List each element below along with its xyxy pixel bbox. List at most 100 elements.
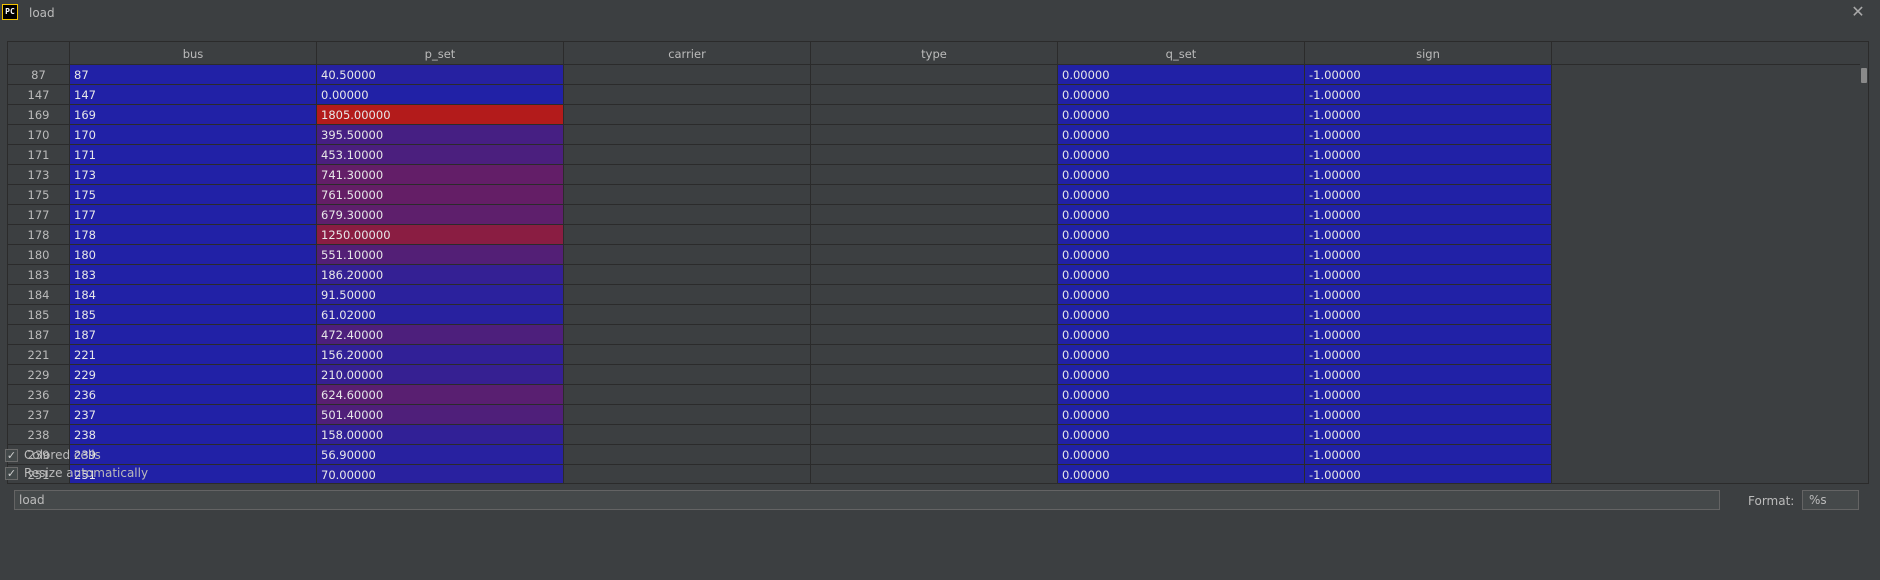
cell-p-set[interactable]: 61.02000: [317, 305, 564, 325]
cell-q-set[interactable]: 0.00000: [1058, 85, 1305, 105]
cell-sign[interactable]: -1.00000: [1305, 305, 1552, 325]
table-row[interactable]: 187 187 472.40000 0.00000 -1.00000: [8, 325, 1860, 345]
cell-type[interactable]: [811, 265, 1058, 285]
cell-bus[interactable]: 173: [70, 165, 317, 185]
cell-sign[interactable]: -1.00000: [1305, 225, 1552, 245]
cell-bus[interactable]: 169: [70, 105, 317, 125]
cell-q-set[interactable]: 0.00000: [1058, 465, 1305, 483]
cell-p-set[interactable]: 56.90000: [317, 445, 564, 465]
cell-carrier[interactable]: [564, 465, 811, 483]
cell-sign[interactable]: -1.00000: [1305, 105, 1552, 125]
cell-p-set[interactable]: 186.20000: [317, 265, 564, 285]
cell-carrier[interactable]: [564, 85, 811, 105]
cell-sign[interactable]: -1.00000: [1305, 345, 1552, 365]
cell-carrier[interactable]: [564, 125, 811, 145]
cell-carrier[interactable]: [564, 105, 811, 125]
cell-type[interactable]: [811, 125, 1058, 145]
table-row[interactable]: 180 180 551.10000 0.00000 -1.00000: [8, 245, 1860, 265]
table-row[interactable]: 170 170 395.50000 0.00000 -1.00000: [8, 125, 1860, 145]
cell-p-set[interactable]: 761.50000: [317, 185, 564, 205]
cell-sign[interactable]: -1.00000: [1305, 285, 1552, 305]
cell-type[interactable]: [811, 185, 1058, 205]
colored-cells-checkbox[interactable]: ✓: [5, 448, 18, 462]
cell-p-set[interactable]: 453.10000: [317, 145, 564, 165]
cell-bus[interactable]: 184: [70, 285, 317, 305]
table-row[interactable]: 237 237 501.40000 0.00000 -1.00000: [8, 405, 1860, 425]
cell-carrier[interactable]: [564, 245, 811, 265]
table-row[interactable]: 169 169 1805.00000 0.00000 -1.00000: [8, 105, 1860, 125]
resize-automatically-checkbox[interactable]: ✓: [5, 466, 18, 480]
cell-bus[interactable]: 183: [70, 265, 317, 285]
format-input[interactable]: %s: [1802, 490, 1859, 510]
cell-bus[interactable]: 147: [70, 85, 317, 105]
cell-sign[interactable]: -1.00000: [1305, 205, 1552, 225]
cell-type[interactable]: [811, 225, 1058, 245]
table-row[interactable]: 175 175 761.50000 0.00000 -1.00000: [8, 185, 1860, 205]
cell-q-set[interactable]: 0.00000: [1058, 205, 1305, 225]
cell-type[interactable]: [811, 85, 1058, 105]
data-table[interactable]: bus p_set carrier type q_set sign 87 87 40…: [7, 41, 1869, 484]
cell-sign[interactable]: -1.00000: [1305, 325, 1552, 345]
cell-bus[interactable]: 185: [70, 305, 317, 325]
cell-type[interactable]: [811, 365, 1058, 385]
cell-q-set[interactable]: 0.00000: [1058, 385, 1305, 405]
cell-sign[interactable]: -1.00000: [1305, 165, 1552, 185]
cell-p-set[interactable]: 210.00000: [317, 365, 564, 385]
cell-p-set[interactable]: 40.50000: [317, 65, 564, 85]
cell-q-set[interactable]: 0.00000: [1058, 365, 1305, 385]
cell-q-set[interactable]: 0.00000: [1058, 245, 1305, 265]
table-row[interactable]: 184 184 91.50000 0.00000 -1.00000: [8, 285, 1860, 305]
cell-carrier[interactable]: [564, 285, 811, 305]
cell-sign[interactable]: -1.00000: [1305, 125, 1552, 145]
cell-type[interactable]: [811, 405, 1058, 425]
cell-sign[interactable]: -1.00000: [1305, 405, 1552, 425]
cell-p-set[interactable]: 91.50000: [317, 285, 564, 305]
column-header-p-set[interactable]: p_set: [317, 42, 564, 64]
resize-automatically-option[interactable]: ✓ Resize automatically: [5, 465, 148, 481]
cell-bus[interactable]: 238: [70, 425, 317, 445]
vertical-scrollbar[interactable]: [1860, 65, 1868, 483]
cell-carrier[interactable]: [564, 165, 811, 185]
cell-bus[interactable]: 175: [70, 185, 317, 205]
cell-carrier[interactable]: [564, 205, 811, 225]
cell-bus[interactable]: 171: [70, 145, 317, 165]
cell-q-set[interactable]: 0.00000: [1058, 225, 1305, 245]
table-row[interactable]: 236 236 624.60000 0.00000 -1.00000: [8, 385, 1860, 405]
table-row[interactable]: 251 251 70.00000 0.00000 -1.00000: [8, 465, 1860, 483]
table-row[interactable]: 147 147 0.00000 0.00000 -1.00000: [8, 85, 1860, 105]
table-row[interactable]: 221 221 156.20000 0.00000 -1.00000: [8, 345, 1860, 365]
cell-type[interactable]: [811, 305, 1058, 325]
cell-q-set[interactable]: 0.00000: [1058, 345, 1305, 365]
cell-p-set[interactable]: 472.40000: [317, 325, 564, 345]
cell-bus[interactable]: 178: [70, 225, 317, 245]
cell-sign[interactable]: -1.00000: [1305, 145, 1552, 165]
cell-q-set[interactable]: 0.00000: [1058, 265, 1305, 285]
cell-bus[interactable]: 87: [70, 65, 317, 85]
cell-type[interactable]: [811, 145, 1058, 165]
cell-p-set[interactable]: 624.60000: [317, 385, 564, 405]
cell-type[interactable]: [811, 285, 1058, 305]
cell-carrier[interactable]: [564, 145, 811, 165]
cell-q-set[interactable]: 0.00000: [1058, 405, 1305, 425]
cell-bus[interactable]: 236: [70, 385, 317, 405]
cell-carrier[interactable]: [564, 325, 811, 345]
cell-p-set[interactable]: 395.50000: [317, 125, 564, 145]
cell-p-set[interactable]: 551.10000: [317, 245, 564, 265]
cell-bus[interactable]: 237: [70, 405, 317, 425]
cell-bus[interactable]: 170: [70, 125, 317, 145]
table-row[interactable]: 178 178 1250.00000 0.00000 -1.00000: [8, 225, 1860, 245]
cell-carrier[interactable]: [564, 225, 811, 245]
cell-type[interactable]: [811, 385, 1058, 405]
cell-carrier[interactable]: [564, 405, 811, 425]
cell-sign[interactable]: -1.00000: [1305, 465, 1552, 483]
cell-q-set[interactable]: 0.00000: [1058, 425, 1305, 445]
cell-sign[interactable]: -1.00000: [1305, 425, 1552, 445]
cell-sign[interactable]: -1.00000: [1305, 385, 1552, 405]
cell-carrier[interactable]: [564, 445, 811, 465]
cell-p-set[interactable]: 0.00000: [317, 85, 564, 105]
cell-q-set[interactable]: 0.00000: [1058, 325, 1305, 345]
column-header-q-set[interactable]: q_set: [1058, 42, 1305, 64]
cell-q-set[interactable]: 0.00000: [1058, 105, 1305, 125]
cell-bus[interactable]: 239: [70, 445, 317, 465]
cell-p-set[interactable]: 679.30000: [317, 205, 564, 225]
